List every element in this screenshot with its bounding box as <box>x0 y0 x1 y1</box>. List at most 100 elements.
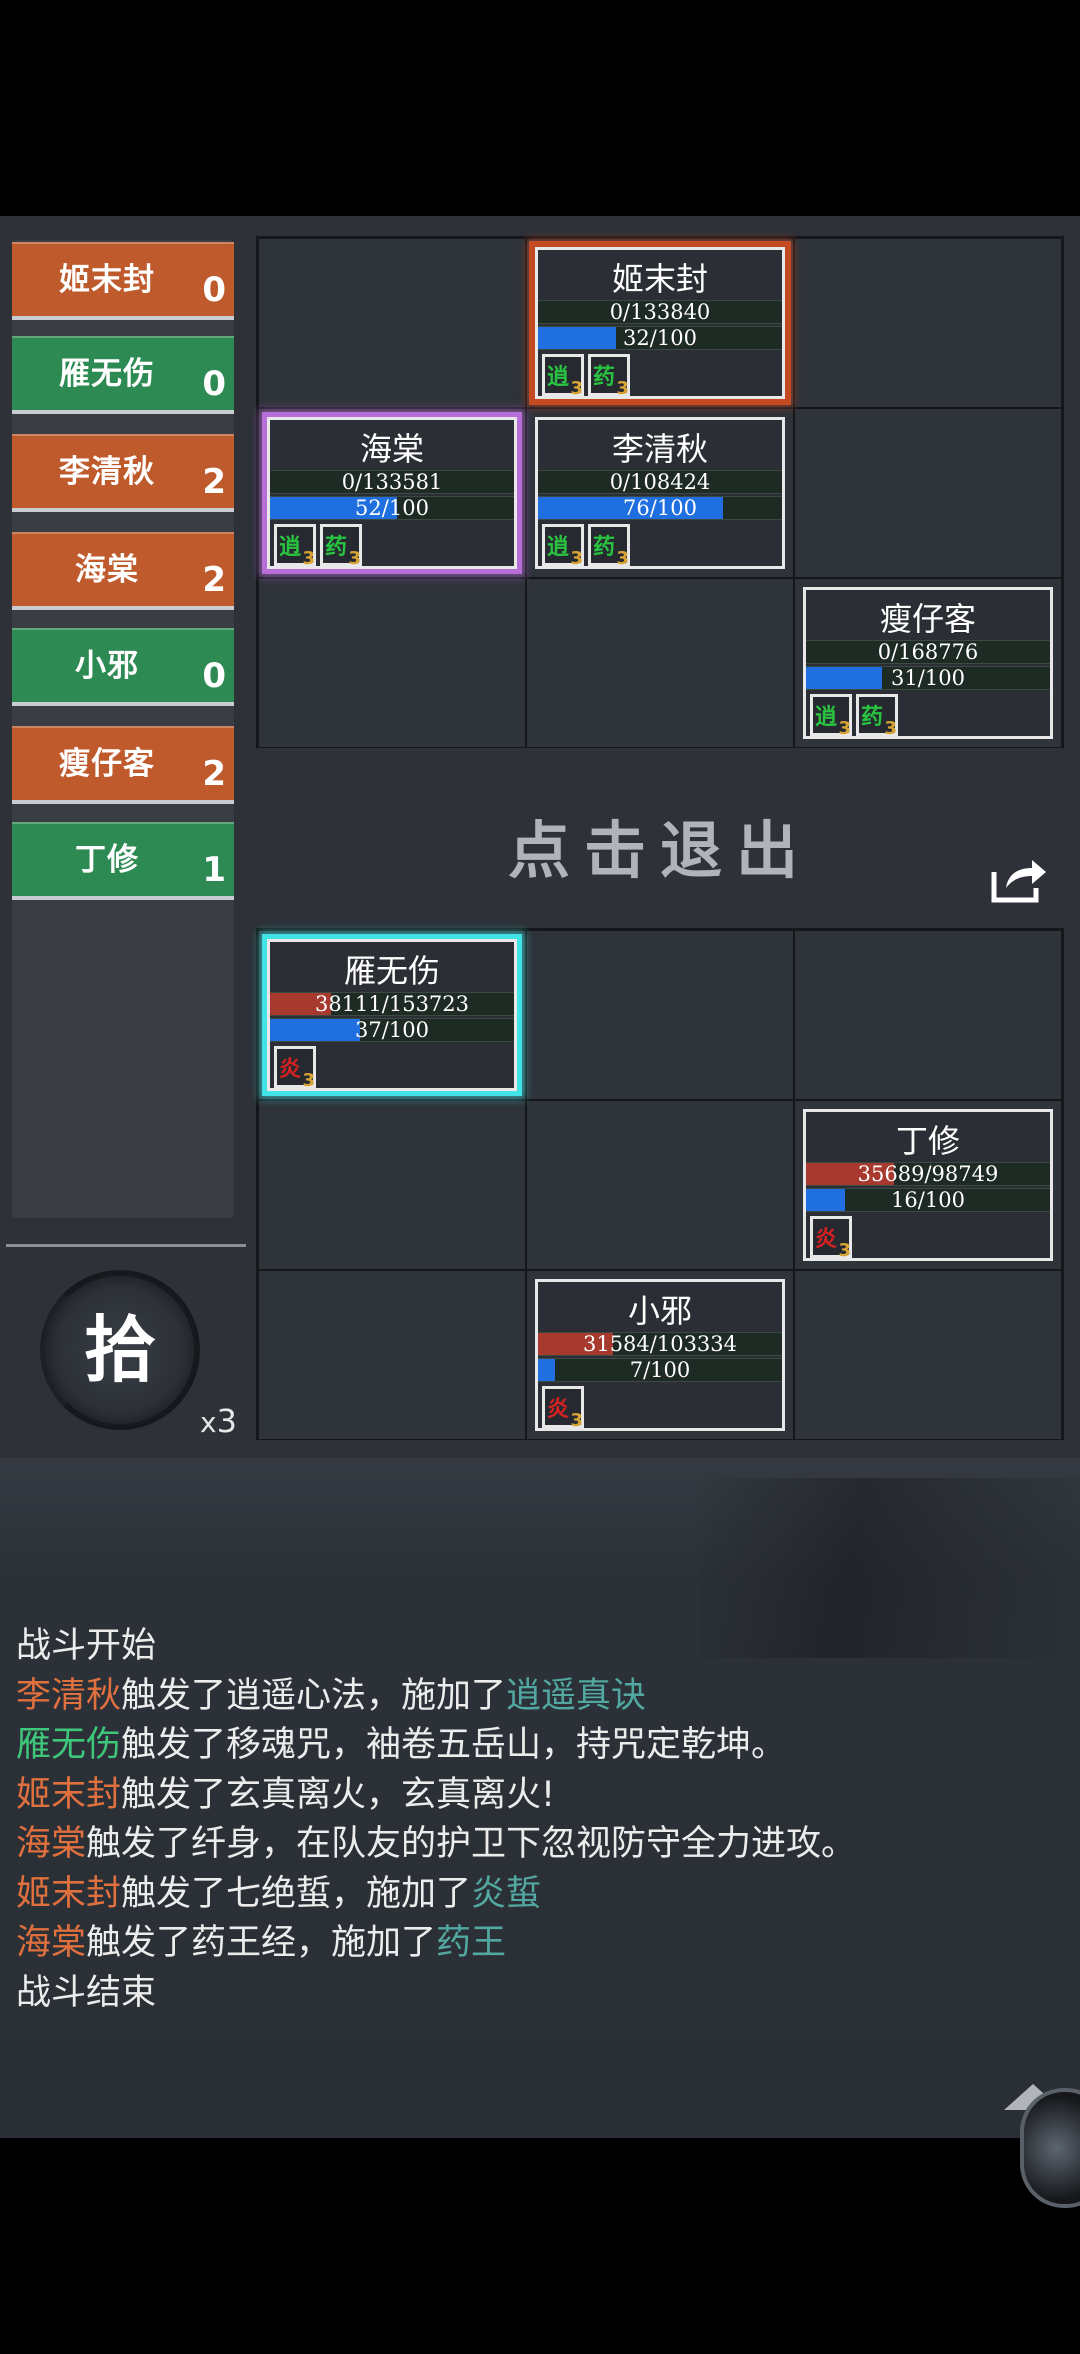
share-icon[interactable] <box>988 852 1048 906</box>
hp-text: 31584/103334 <box>582 1332 738 1356</box>
hp-text: 0/133840 <box>609 300 711 324</box>
unit-name: 丁修 <box>895 1122 960 1160</box>
hp-bar: 0/108424 <box>538 470 782 494</box>
buff-icon[interactable]: 药3 <box>588 524 630 569</box>
hp-text: 0/133581 <box>341 470 443 494</box>
unit-name: 瘦仔客 <box>879 600 976 638</box>
buff-count: 3 <box>838 718 851 739</box>
buff-glyph: 药 <box>593 365 616 390</box>
buff-icon[interactable]: 炎3 <box>274 1046 316 1091</box>
grid-cell[interactable] <box>527 931 793 1099</box>
energy-text: 16/100 <box>891 1188 965 1212</box>
energy-text: 52/100 <box>355 496 429 520</box>
ally-grid: 雁无伤 38111/153723 37/100 炎 3 丁修 35689/98749 16/… <box>256 928 1064 1440</box>
unit-name: 姬末封 <box>611 260 708 298</box>
buff-icon[interactable]: 药3 <box>320 524 362 569</box>
log-line: 李清秋触发了逍遥心法，施加了逍遥真诀 <box>16 1672 1066 1722</box>
grid-cell[interactable] <box>795 409 1061 577</box>
pick-button[interactable]: 拾 <box>40 1270 200 1430</box>
log-line: 姬末封触发了七绝蜇，施加了炎蜇 <box>16 1870 1066 1920</box>
log-segment: 姬末封 <box>16 1774 122 1815</box>
enemy-grid: 姬末封 0/133840 32/100 逍 3 药 3 海棠 0/133581 52/100 逍 3… <box>256 236 1064 748</box>
buff-icon[interactable]: 逍3 <box>810 694 852 739</box>
roster-item-count: 2 <box>202 560 226 600</box>
grid-cell[interactable] <box>527 579 793 747</box>
hp-bar: 0/168776 <box>806 640 1050 664</box>
roster-item[interactable]: 海棠 2 <box>12 532 234 610</box>
buff-icon[interactable]: 逍3 <box>542 354 584 399</box>
buff-icon[interactable]: 炎3 <box>542 1386 584 1431</box>
grid-cell[interactable] <box>795 931 1061 1099</box>
energy-text: 37/100 <box>355 1018 429 1042</box>
buff-list: 炎3 <box>274 1046 320 1091</box>
grid-cell[interactable] <box>259 1271 525 1439</box>
hp-text: 38111/153723 <box>314 992 470 1016</box>
log-line: 战斗开始 <box>16 1622 1066 1672</box>
unit-card[interactable]: 李清秋 0/108424 76/100 逍 3 药 3 <box>535 417 785 569</box>
log-segment: 触发了玄真离火，玄真离火! <box>121 1774 556 1815</box>
buff-list: 炎3 <box>810 1216 856 1261</box>
buff-glyph: 逍 <box>279 535 302 560</box>
roster-item[interactable]: 小邪 0 <box>12 628 234 706</box>
unit-card[interactable]: 海棠 0/133581 52/100 逍 3 药 3 <box>267 417 517 569</box>
buff-glyph: 药 <box>861 705 884 730</box>
grid-cell[interactable] <box>259 239 525 407</box>
roster-item-count: 2 <box>202 462 226 502</box>
log-segment: 战斗开始 <box>16 1626 157 1666</box>
avatar[interactable] <box>1020 2088 1080 2208</box>
log-line: 海棠触发了纤身，在队友的护卫下忽视防守全力进攻。 <box>16 1820 1066 1870</box>
unit-card[interactable]: 姬末封 0/133840 32/100 逍 3 药 3 <box>535 247 785 399</box>
log-segment: 海棠 <box>16 1923 87 1963</box>
buff-count: 3 <box>570 548 583 569</box>
buff-count: 3 <box>616 378 629 399</box>
buff-list: 逍3药3 <box>810 694 902 739</box>
roster-item-name: 李清秋 <box>59 454 155 490</box>
buff-icon[interactable]: 炎3 <box>810 1216 852 1261</box>
roster-item-count: 2 <box>202 754 226 794</box>
grid-cell[interactable] <box>527 1101 793 1269</box>
roster-item[interactable]: 丁修 1 <box>12 822 234 900</box>
hp-bar: 35689/98749 <box>806 1162 1050 1186</box>
hp-text: 35689/98749 <box>857 1162 999 1186</box>
buff-glyph: 逍 <box>547 535 570 560</box>
buff-glyph: 药 <box>593 535 616 560</box>
roster-item[interactable]: 雁无伤 0 <box>12 336 234 414</box>
grid-cell[interactable] <box>259 1101 525 1269</box>
buff-glyph: 逍 <box>815 705 838 730</box>
log-line: 雁无伤触发了移魂咒，袖卷五岳山，持咒定乾坤。 <box>16 1721 1066 1771</box>
log-segment: 触发了纤身，在队友的护卫下忽视防守全力进攻。 <box>86 1824 857 1864</box>
unit-card[interactable]: 丁修 35689/98749 16/100 炎 3 <box>803 1109 1053 1261</box>
buff-list: 逍3药3 <box>542 524 634 569</box>
buff-glyph: 药 <box>325 535 348 560</box>
log-segment: 触发了药王经，施加了 <box>86 1923 437 1963</box>
sidebar-divider <box>6 1244 246 1247</box>
tap-to-exit-label[interactable]: 点击退出 <box>256 800 1064 890</box>
roster-item[interactable]: 姬末封 0 <box>12 242 234 320</box>
roster-item-count: 0 <box>202 270 226 310</box>
unit-card[interactable]: 瘦仔客 0/168776 31/100 逍 3 药 3 <box>803 587 1053 739</box>
grid-cell[interactable] <box>795 239 1061 407</box>
battle-log[interactable]: 战斗开始李清秋触发了逍遥心法，施加了逍遥真诀 雁无伤触发了移魂咒，袖卷五岳山，持咒… <box>16 1622 1066 2018</box>
log-segment: 战斗结束 <box>16 1972 157 2013</box>
roster-item[interactable]: 李清秋 2 <box>12 434 234 512</box>
buff-list: 逍3药3 <box>274 524 366 569</box>
buff-count: 3 <box>838 1240 851 1261</box>
buff-glyph: 逍 <box>547 365 570 390</box>
buff-icon[interactable]: 逍3 <box>542 524 584 569</box>
roster-item-name: 小邪 <box>75 648 139 684</box>
grid-cell[interactable] <box>795 1271 1061 1439</box>
log-segment: 药王 <box>436 1923 507 1963</box>
unit-card[interactable]: 雁无伤 38111/153723 37/100 炎 3 <box>267 939 517 1091</box>
unit-card[interactable]: 小邪 31584/103334 7/100 炎 3 <box>535 1279 785 1431</box>
log-segment: 触发了逍遥心法，施加了 <box>121 1675 507 1716</box>
buff-count: 3 <box>348 548 361 569</box>
buff-icon[interactable]: 药3 <box>588 354 630 399</box>
buff-count: 3 <box>570 378 583 399</box>
buff-icon[interactable]: 药3 <box>856 694 898 739</box>
buff-icon[interactable]: 逍3 <box>274 524 316 569</box>
unit-name: 李清秋 <box>611 430 708 468</box>
unit-name: 雁无伤 <box>343 952 440 990</box>
grid-cell[interactable] <box>259 579 525 747</box>
roster-item[interactable]: 瘦仔客 2 <box>12 726 234 804</box>
pick-count: x3 <box>200 1402 237 1440</box>
